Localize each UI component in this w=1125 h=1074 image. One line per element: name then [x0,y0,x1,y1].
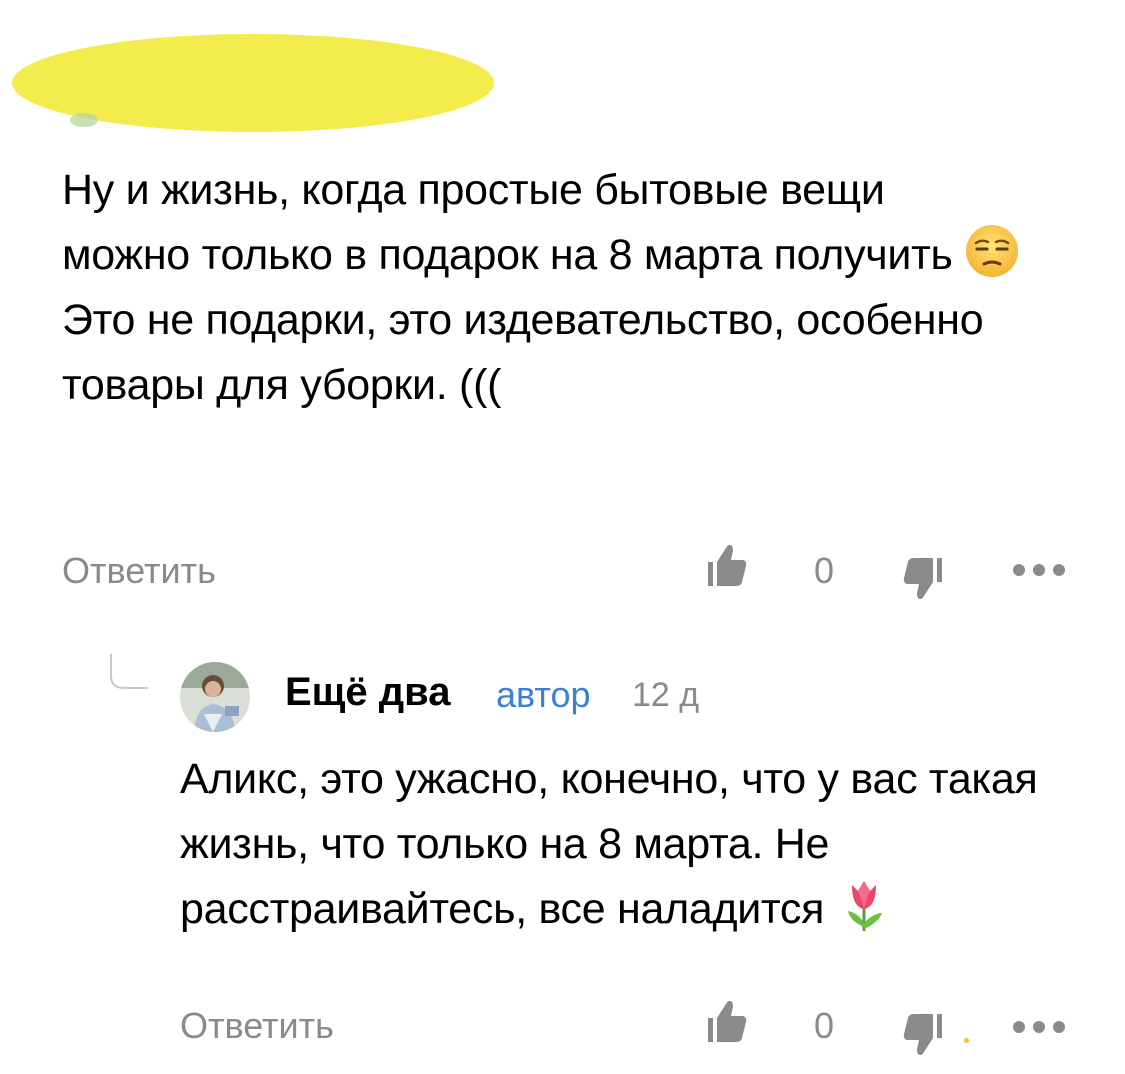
avatar[interactable] [180,662,250,732]
tulip-emoji [847,881,882,931]
thumbs-up-icon[interactable] [706,996,748,1044]
thread-connector [110,654,148,689]
comment-text-part1: Ну и жизнь, когда простые бытовые вещи м… [62,166,953,279]
thumbs-down-icon[interactable] [902,556,944,604]
timestamp: 12 д [632,676,700,714]
avatar-photo [180,662,250,732]
indicator-dot [964,1038,969,1043]
reply-text-body: Аликс, это ужасно, конечно, что у вас та… [180,755,1038,933]
author-name[interactable]: Ещё два [285,670,451,715]
like-count: 0 [814,1005,835,1046]
more-icon[interactable] [1012,1020,1066,1034]
like-count: 0 [814,550,835,591]
reply-button[interactable]: Ответить [62,550,216,592]
author-badge: автор [496,674,591,715]
reply-text: Аликс, это ужасно, конечно, что у вас та… [180,747,1080,942]
comment-text: Ну и жизнь, когда простые бытовые вещи м… [62,158,1022,418]
thumbs-down-icon[interactable] [902,1012,944,1060]
thumbs-up-icon[interactable] [706,540,748,588]
reply-button[interactable]: Ответить [180,1005,334,1047]
comment-text-part2: Это не подарки, это издевательство, особ… [62,296,984,409]
avatar-fragment [70,113,98,127]
unamused-face-emoji [966,225,1019,277]
more-icon[interactable] [1012,563,1066,577]
